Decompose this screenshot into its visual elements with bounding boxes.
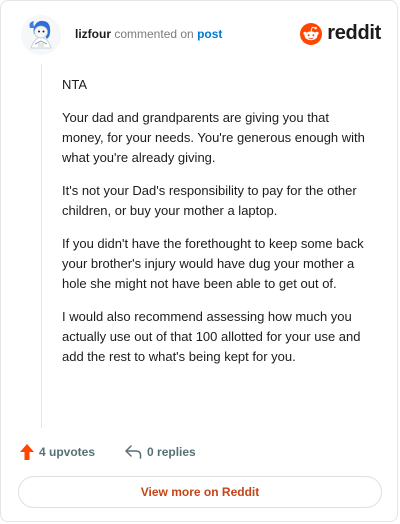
reddit-brand[interactable]: reddit	[300, 22, 381, 45]
comment-paragraph: If you didn't have the forethought to ke…	[62, 236, 364, 291]
comment-paragraph: It's not your Dad's responsibility to pa…	[62, 183, 357, 218]
username-link[interactable]: lizfour	[75, 27, 111, 41]
reddit-comment-embed-card: lizfour commented on post reddit NTA You…	[0, 0, 398, 522]
reply-icon	[125, 445, 142, 459]
upvote-arrow-icon	[20, 444, 34, 460]
thread-line	[41, 64, 42, 428]
action-text: commented on	[114, 27, 194, 41]
comment-paragraph: NTA	[62, 77, 88, 92]
reply-button[interactable]: 0 replies	[125, 445, 196, 459]
reply-count: 0 replies	[147, 445, 196, 459]
comment-header: lizfour commented on post reddit	[20, 14, 381, 56]
post-link[interactable]: post	[197, 27, 222, 41]
user-avatar[interactable]	[20, 14, 62, 56]
comment-meta: lizfour commented on post	[75, 27, 222, 41]
comment-paragraph: I would also recommend assessing how muc…	[62, 309, 361, 364]
reddit-logo-icon	[300, 22, 323, 45]
view-more-label: View more on Reddit	[140, 485, 260, 499]
upvote-count: 4 upvotes	[39, 445, 96, 459]
comment-paragraph: Your dad and grandparents are giving you…	[62, 110, 365, 165]
reddit-wordmark: reddit	[327, 22, 381, 44]
comment-body: NTA Your dad and grandparents are giving…	[62, 75, 372, 380]
upvote-button[interactable]: 4 upvotes	[20, 444, 95, 460]
comment-actions: 4 upvotes 0 replies	[20, 442, 196, 462]
view-more-on-reddit-button[interactable]: View more on Reddit	[18, 476, 382, 508]
